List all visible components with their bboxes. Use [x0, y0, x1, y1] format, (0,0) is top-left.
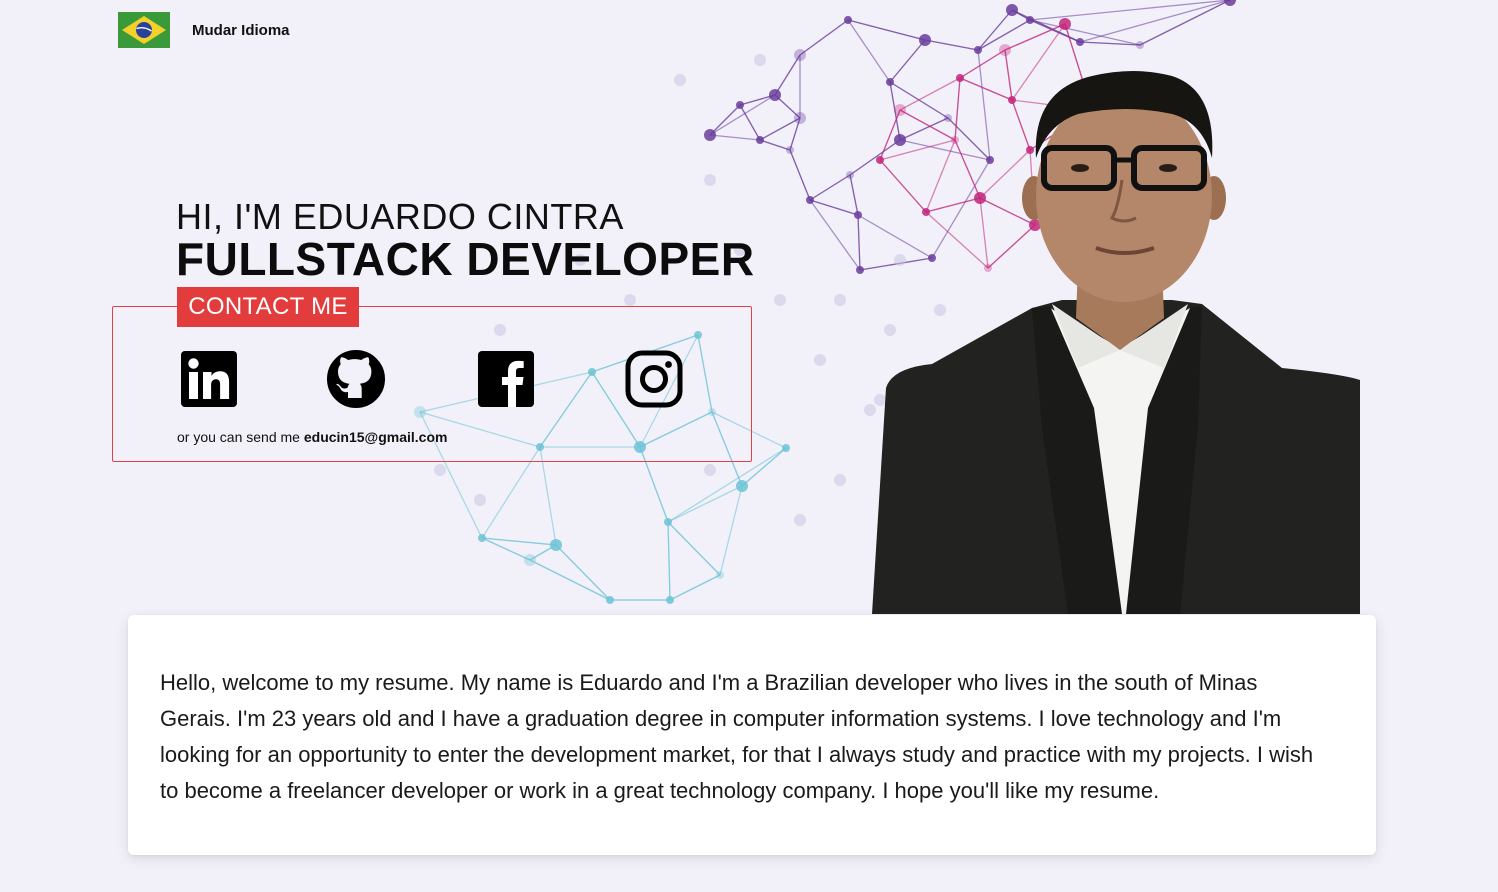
network-node-faint	[434, 464, 446, 476]
network-line	[809, 199, 861, 271]
network-line	[1139, 0, 1231, 46]
network-line	[1079, 0, 1231, 43]
network-node-faint	[834, 474, 846, 486]
network-node	[846, 171, 854, 179]
network-line	[799, 19, 849, 56]
network-node	[999, 44, 1011, 56]
network-node	[794, 112, 806, 124]
email-prefix: or you can send me	[177, 429, 304, 445]
network-node-faint	[704, 464, 716, 476]
network-node	[769, 89, 781, 101]
network-line	[759, 139, 791, 151]
network-line	[924, 39, 979, 51]
network-node	[919, 34, 931, 46]
network-line	[709, 134, 761, 141]
network-node	[606, 596, 614, 604]
email-line: or you can send me educin15@gmail.com	[177, 429, 447, 445]
network-line	[809, 174, 851, 201]
network-node	[704, 129, 716, 141]
instagram-link[interactable]	[625, 350, 683, 408]
facebook-icon[interactable]	[477, 350, 535, 408]
network-line	[789, 149, 811, 201]
network-node-faint	[814, 354, 826, 366]
network-node	[664, 518, 672, 526]
language-switch[interactable]: Mudar Idioma	[118, 12, 290, 48]
network-line	[709, 94, 776, 136]
network-line	[774, 54, 801, 96]
network-node	[844, 16, 852, 24]
network-node	[1224, 0, 1236, 6]
network-node-faint	[774, 294, 786, 306]
network-line	[669, 574, 721, 601]
network-line	[849, 174, 859, 216]
network-node	[854, 211, 862, 219]
network-line	[667, 521, 671, 601]
network-node	[856, 266, 864, 274]
network-node-faint	[704, 174, 716, 186]
network-node	[806, 196, 814, 204]
instagram-icon[interactable]	[625, 350, 683, 408]
network-node	[756, 136, 764, 144]
email-address[interactable]: educin15@gmail.com	[304, 429, 448, 445]
github-icon[interactable]	[327, 350, 385, 408]
network-node	[736, 101, 744, 109]
linkedin-icon[interactable]	[180, 350, 238, 408]
network-node-faint	[754, 54, 766, 66]
about-card: Hello, welcome to my resume. My name is …	[128, 615, 1376, 855]
network-node	[974, 46, 982, 54]
network-node	[1026, 16, 1034, 24]
network-line	[977, 9, 1013, 51]
network-node-faint	[674, 74, 686, 86]
network-line	[555, 544, 611, 601]
portrait-photo	[872, 71, 1360, 614]
network-node-faint	[624, 294, 636, 306]
github-link[interactable]	[327, 350, 385, 408]
facebook-link[interactable]	[477, 350, 535, 408]
network-node	[550, 539, 562, 551]
network-line	[857, 214, 861, 271]
network-line	[809, 199, 859, 216]
network-line	[719, 485, 743, 576]
brazil-flag-icon[interactable]	[118, 12, 170, 48]
network-node	[736, 480, 748, 492]
about-text: Hello, welcome to my resume. My name is …	[160, 670, 1314, 803]
network-line	[481, 537, 557, 546]
network-node	[786, 146, 794, 154]
network-node	[794, 49, 806, 61]
linkedin-link[interactable]	[180, 350, 238, 408]
network-node	[716, 571, 724, 579]
network-line	[667, 485, 743, 523]
network-node-faint	[794, 514, 806, 526]
network-node	[782, 444, 790, 452]
contact-me-label: CONTACT ME	[177, 287, 359, 327]
network-node	[1136, 41, 1144, 49]
hero-role: FULLSTACK DEVELOPER	[176, 233, 755, 285]
network-node-faint	[474, 494, 486, 506]
network-line	[667, 521, 721, 576]
network-line	[529, 559, 611, 601]
network-node	[666, 596, 674, 604]
network-node-faint	[834, 294, 846, 306]
network-node	[478, 534, 486, 542]
network-node	[524, 554, 536, 566]
network-node	[1059, 18, 1071, 30]
network-node	[1076, 38, 1084, 46]
network-node	[1006, 4, 1018, 16]
language-label[interactable]: Mudar Idioma	[192, 22, 290, 39]
network-line	[1029, 0, 1231, 21]
